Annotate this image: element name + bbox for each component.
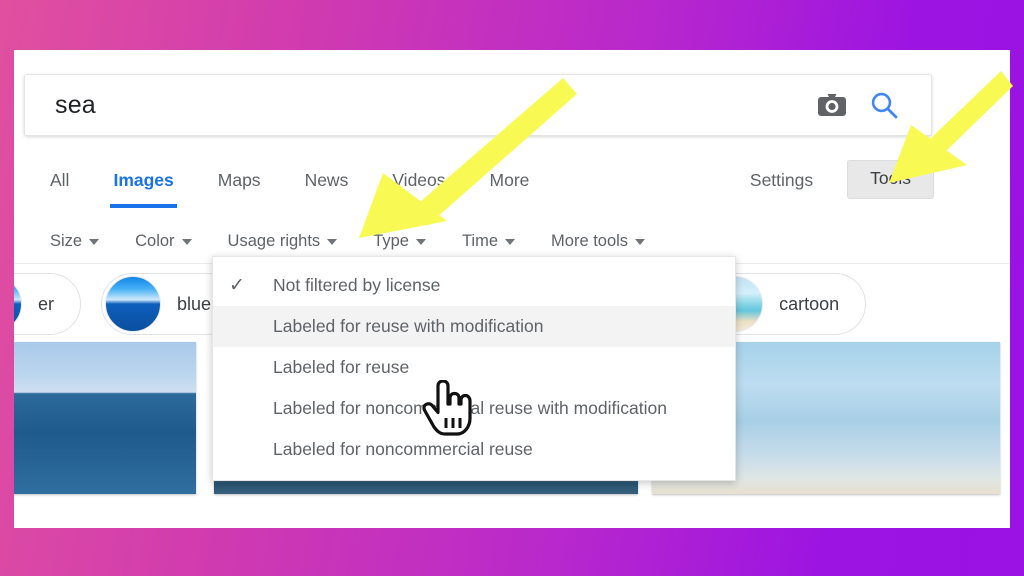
- filter-size-label: Size: [50, 232, 83, 250]
- chip-label: blue: [177, 293, 212, 314]
- menu-item-reuse[interactable]: Labeled for reuse: [213, 347, 735, 388]
- menu-item-reuse-with-modification[interactable]: Labeled for reuse with modification: [213, 306, 735, 347]
- chevron-down-icon: [89, 238, 100, 245]
- menu-item-label: Labeled for noncommercial reuse: [273, 439, 533, 459]
- menu-item-noncommercial-reuse-with-modification[interactable]: Labeled for noncommercial reuse with mod…: [213, 388, 735, 429]
- camera-icon[interactable]: [817, 92, 847, 118]
- browser-card: All Images Maps News Videos More Setting…: [14, 50, 1010, 528]
- filter-color[interactable]: Color: [135, 232, 192, 251]
- filter-type-label: Type: [373, 232, 409, 250]
- hand-pointer-cursor: [418, 379, 474, 443]
- tab-maps[interactable]: Maps: [218, 160, 261, 191]
- chip-thumbnail: [105, 276, 162, 332]
- menu-item-not-filtered[interactable]: ✓ Not filtered by license: [213, 265, 735, 306]
- menu-item-label: Labeled for reuse: [273, 357, 410, 377]
- chevron-down-icon: [505, 238, 516, 245]
- filter-size[interactable]: Size: [50, 232, 100, 251]
- search-bar[interactable]: [24, 74, 932, 136]
- related-chip-partial[interactable]: er: [14, 273, 82, 335]
- tab-more[interactable]: More: [490, 160, 530, 191]
- filter-usage-rights-label: Usage rights: [227, 232, 321, 250]
- filter-more-tools[interactable]: More tools: [551, 232, 646, 251]
- chevron-down-icon: [415, 238, 426, 245]
- menu-item-noncommercial-reuse[interactable]: Labeled for noncommercial reuse: [213, 429, 735, 470]
- usage-rights-dropdown: ✓ Not filtered by license Labeled for re…: [212, 256, 736, 481]
- chip-label: er: [38, 293, 55, 314]
- filter-usage-rights[interactable]: Usage rights: [228, 232, 338, 251]
- tab-news[interactable]: News: [305, 160, 349, 191]
- chevron-down-icon: [635, 238, 646, 245]
- nav-tabs: All Images Maps News Videos More Setting…: [14, 160, 1010, 212]
- tab-all[interactable]: All: [50, 160, 69, 191]
- filter-more-tools-label: More tools: [551, 232, 629, 250]
- menu-item-label: Not filtered by license: [273, 275, 441, 295]
- filter-time-label: Time: [461, 232, 499, 250]
- chip-label: cartoon: [779, 293, 840, 314]
- filter-type[interactable]: Type: [373, 232, 426, 251]
- tab-videos[interactable]: Videos: [392, 160, 445, 191]
- settings-link[interactable]: Settings: [750, 160, 813, 191]
- search-magnifier-icon[interactable]: [869, 90, 899, 120]
- tab-images[interactable]: Images: [110, 160, 178, 208]
- tools-button[interactable]: Tools: [847, 160, 934, 199]
- filter-time[interactable]: Time: [461, 232, 516, 251]
- chip-thumbnail: [14, 276, 22, 332]
- chevron-down-icon: [181, 238, 192, 245]
- search-input[interactable]: [55, 90, 817, 120]
- filter-color-label: Color: [135, 232, 175, 250]
- image-result-ocean-horizon[interactable]: [14, 342, 196, 494]
- menu-item-label: Labeled for reuse with modification: [273, 316, 544, 336]
- chevron-down-icon: [327, 238, 338, 245]
- checkmark-icon: ✓: [229, 275, 245, 296]
